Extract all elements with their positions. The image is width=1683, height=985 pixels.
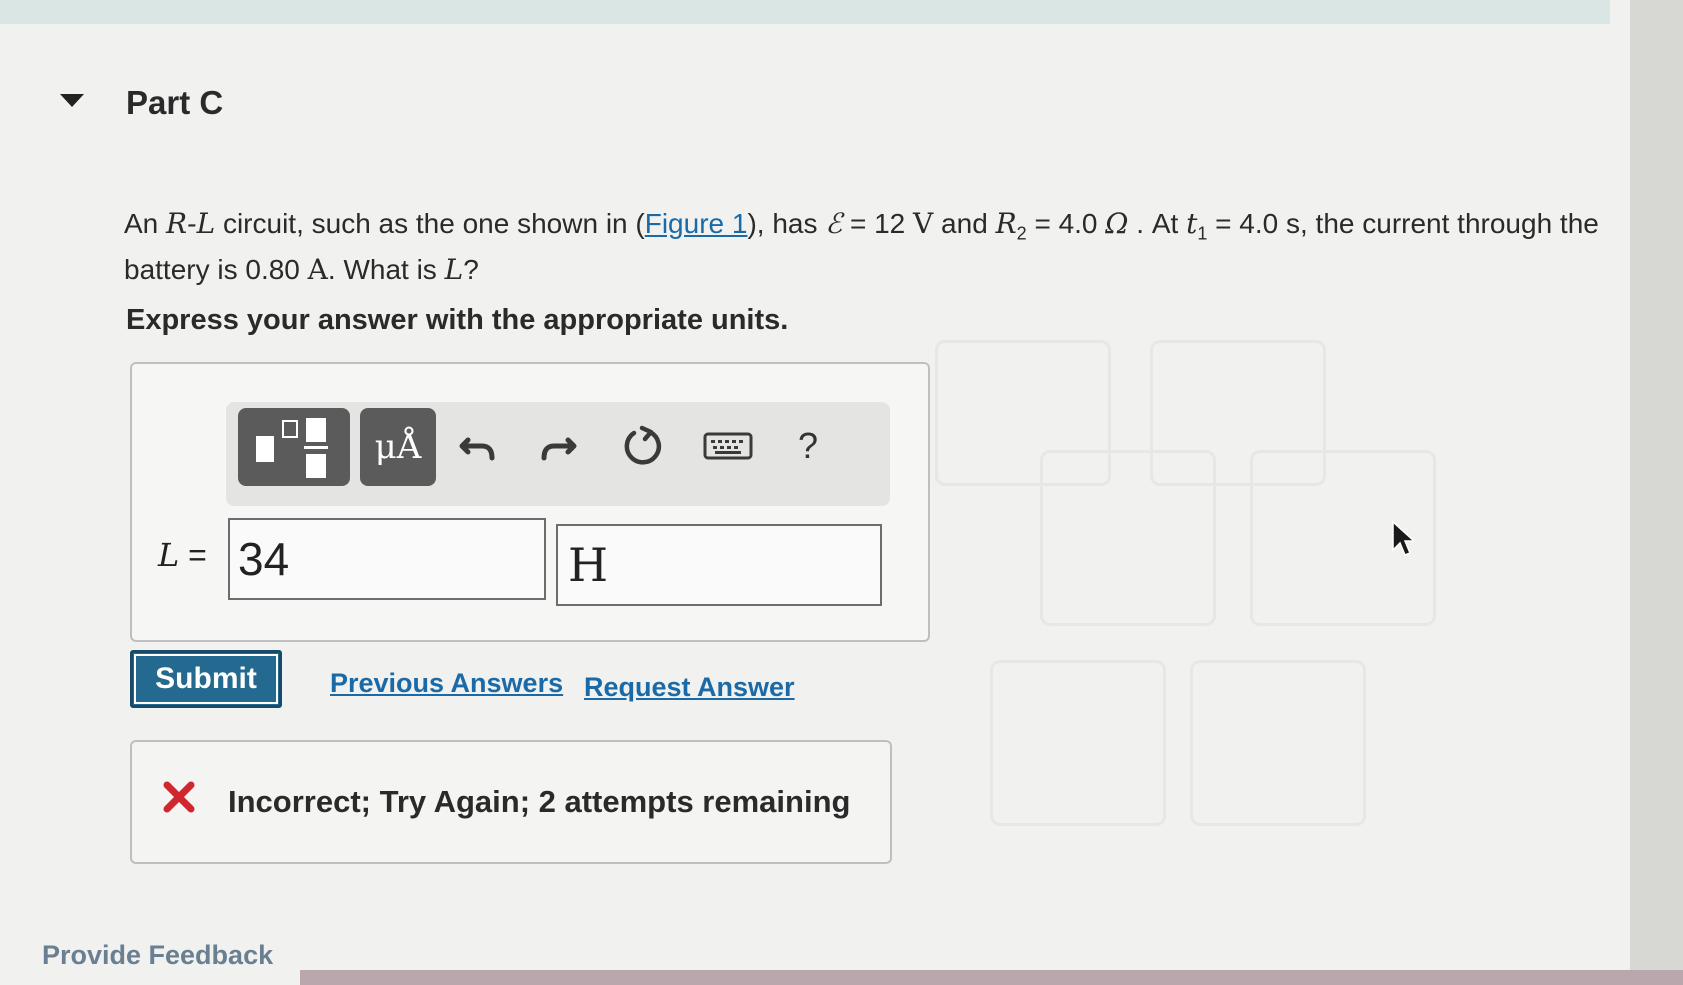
right-edge — [1630, 0, 1683, 985]
mouse-cursor-icon — [1392, 520, 1416, 556]
undo-icon — [459, 437, 495, 461]
feedback-box: Incorrect; Try Again; 2 attempts remaini… — [130, 740, 892, 864]
units-button[interactable]: μÅ — [360, 408, 436, 486]
submit-button[interactable]: Submit — [130, 650, 282, 708]
background-ghost — [1190, 660, 1366, 826]
previous-answers-link[interactable]: Previous Answers — [330, 668, 563, 699]
value-input[interactable] — [228, 518, 546, 600]
undo-button[interactable] — [452, 416, 504, 476]
reset-button[interactable] — [616, 416, 668, 476]
page: Part C An R-L circuit, such as the one s… — [0, 0, 1630, 985]
keyboard-icon — [703, 432, 753, 460]
variable-label: L = — [158, 536, 207, 574]
background-ghost — [1040, 450, 1216, 626]
keyboard-button[interactable] — [696, 416, 760, 476]
bottom-band — [300, 970, 1683, 985]
top-band — [0, 0, 1610, 24]
feedback-message: Incorrect; Try Again; 2 attempts remaini… — [228, 784, 851, 819]
incorrect-x-icon — [163, 781, 195, 813]
template-icon-box — [282, 420, 298, 438]
reset-icon — [624, 425, 662, 465]
unit-input[interactable] — [556, 524, 882, 606]
collapse-caret-icon[interactable] — [60, 94, 84, 107]
request-answer-link[interactable]: Request Answer — [584, 672, 795, 703]
math-toolbar: μÅ ? — [226, 402, 890, 506]
instruction: Express your answer with the appropriate… — [126, 304, 789, 336]
template-icon — [256, 436, 274, 462]
template-icon-numerator — [306, 418, 326, 442]
help-button[interactable]: ? — [782, 416, 834, 476]
figure-link[interactable]: Figure 1 — [645, 208, 748, 239]
part-title: Part C — [126, 84, 224, 121]
provide-feedback-link[interactable]: Provide Feedback — [42, 940, 273, 971]
template-icon-bar — [304, 446, 328, 449]
redo-icon — [541, 437, 577, 461]
redo-button[interactable] — [532, 416, 584, 476]
background-ghost — [990, 660, 1166, 826]
problem-statement: An R-L circuit, such as the one shown in… — [124, 207, 1599, 286]
answer-box: μÅ ? L = 34 H — [130, 362, 930, 642]
templates-button[interactable] — [238, 408, 350, 486]
template-icon-denominator — [306, 454, 326, 478]
